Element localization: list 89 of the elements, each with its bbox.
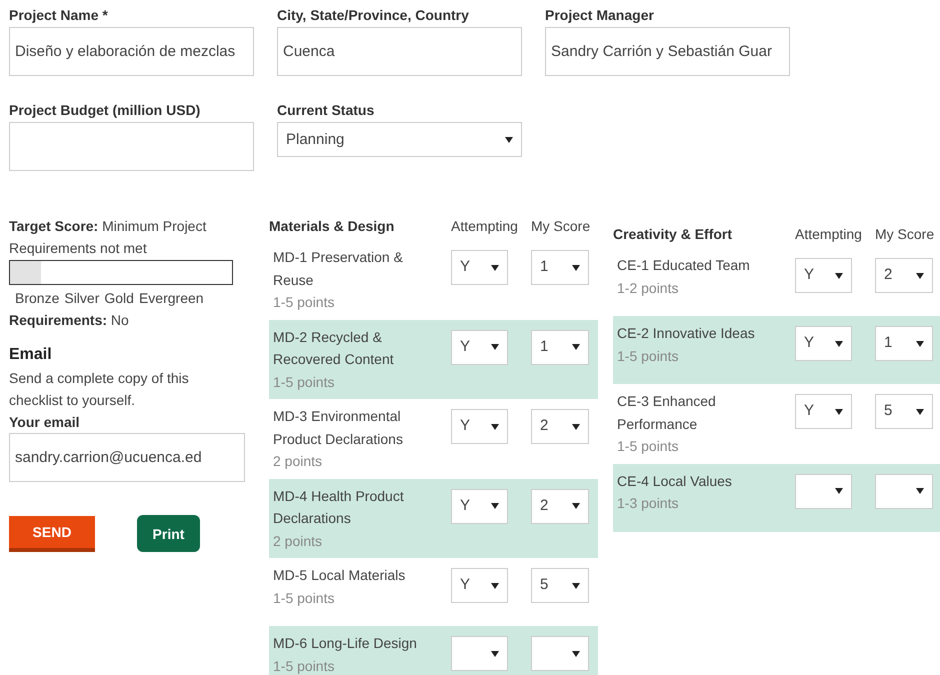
caret-icon (491, 582, 499, 588)
dropdown[interactable]: 1 (531, 250, 589, 285)
points-text: 1-5 points (273, 656, 336, 675)
points-text: 1-5 points (273, 293, 336, 312)
section-title: Materials & Design (269, 217, 396, 236)
input-field[interactable]: Cuenca (277, 27, 522, 76)
dropdown[interactable]: Y (451, 488, 508, 524)
section-title: Creativity & Effort (613, 225, 734, 244)
target-score-text: Target Score: Minimum Project Requirements not met (9, 217, 208, 258)
dropdown[interactable]: 2 (875, 258, 933, 293)
input-field[interactable]: Sandry Carrión y Sebastián Guar (545, 27, 790, 76)
caret-icon (916, 272, 924, 278)
caret-icon (572, 344, 580, 350)
credit-name: MD-6 Long-Life Design (273, 634, 418, 653)
tier-label: Gold (104, 289, 134, 308)
caret-icon (491, 503, 499, 509)
dropdown[interactable]: Y (795, 394, 852, 429)
caret-icon (491, 264, 499, 270)
field-label: Project Manager (545, 7, 655, 25)
caret-icon (916, 488, 924, 494)
dropdown[interactable]: 1 (875, 326, 933, 361)
points-text: 1-5 points (617, 346, 680, 366)
caret-icon (491, 650, 499, 656)
credit-name: CE-1 Educated Team (617, 256, 751, 275)
caret-icon (916, 408, 924, 414)
dropdown[interactable]: Y (451, 250, 508, 285)
dropdown[interactable] (451, 636, 508, 671)
caret-icon (835, 340, 843, 346)
caret-icon (572, 650, 580, 656)
caret-icon (505, 136, 513, 142)
dropdown[interactable]: 5 (875, 394, 933, 429)
requirements-text: Requirements: No (9, 311, 130, 330)
input-field[interactable]: sandry.carrion@ucuenca.ed (9, 433, 245, 482)
column-header: Attempting (795, 225, 863, 244)
caret-icon (835, 272, 843, 278)
email-heading: Email (9, 345, 53, 365)
points-text: 1-3 points (617, 494, 680, 513)
caret-icon (572, 503, 580, 509)
caret-icon (916, 340, 924, 346)
dropdown[interactable]: Y (451, 568, 508, 603)
dropdown[interactable]: Y (451, 330, 508, 364)
dropdown[interactable]: Y (451, 409, 508, 444)
caret-icon (572, 424, 580, 430)
tier-label: Silver (64, 289, 100, 308)
points-text: 1-5 points (617, 437, 680, 456)
dropdown[interactable] (531, 636, 589, 671)
credit-name: CE-4 Local Values (617, 472, 733, 490)
print-button[interactable]: Print (137, 515, 200, 552)
credit-name: MD-3 Environmental Product Declarations (273, 407, 404, 448)
column-header: My Score (875, 225, 936, 244)
tier-label: Evergreen (138, 289, 204, 308)
points-text: 2 points (273, 452, 324, 471)
email-description: Send a complete copy of this checklist to yourself. (9, 369, 190, 410)
dropdown[interactable]: 5 (531, 568, 589, 603)
dropdown[interactable] (875, 474, 933, 508)
field-label: Your email (9, 413, 81, 432)
field-label: Current Status (277, 102, 376, 120)
field-label: Project Budget (million USD) (9, 102, 202, 120)
field-label: City, State/Province, Country (277, 7, 470, 25)
points-text: 2 points (273, 532, 324, 551)
field-label: Project Name * (9, 7, 109, 25)
credit-name: CE-2 Innovative Ideas (617, 324, 756, 343)
column-header: My Score (531, 217, 592, 236)
credit-name: MD-4 Health Product Declarations (273, 486, 405, 528)
caret-icon (835, 408, 843, 414)
input-field[interactable]: Diseño y elaboración de mezclas (9, 27, 254, 76)
credit-name: MD-5 Local Materials (273, 566, 406, 585)
credit-name: MD-2 Recycled & Recovered Content (273, 328, 395, 369)
dropdown[interactable]: 2 (531, 488, 589, 524)
column-header: Attempting (451, 217, 519, 236)
caret-icon (491, 344, 499, 350)
dropdown[interactable]: 2 (531, 409, 589, 444)
credit-name: MD-1 Preservation & Reuse (273, 248, 404, 290)
send-button[interactable]: SEND (9, 516, 95, 552)
caret-icon (491, 424, 499, 430)
credit-name: CE-3 Enhanced Performance (617, 392, 717, 434)
caret-icon (572, 582, 580, 588)
dropdown[interactable]: Y (795, 326, 852, 361)
caret-icon (572, 264, 580, 270)
points-text: 1-2 points (617, 278, 680, 298)
points-text: 1-5 points (273, 588, 336, 608)
tier-label: Bronze (15, 289, 60, 308)
dropdown[interactable]: Planning (277, 122, 522, 157)
caret-icon (835, 488, 843, 494)
dropdown[interactable]: Y (795, 258, 852, 293)
dropdown[interactable] (795, 474, 852, 508)
input-field[interactable] (9, 122, 254, 171)
dropdown[interactable]: 1 (531, 330, 589, 364)
points-text: 1-5 points (273, 372, 336, 392)
